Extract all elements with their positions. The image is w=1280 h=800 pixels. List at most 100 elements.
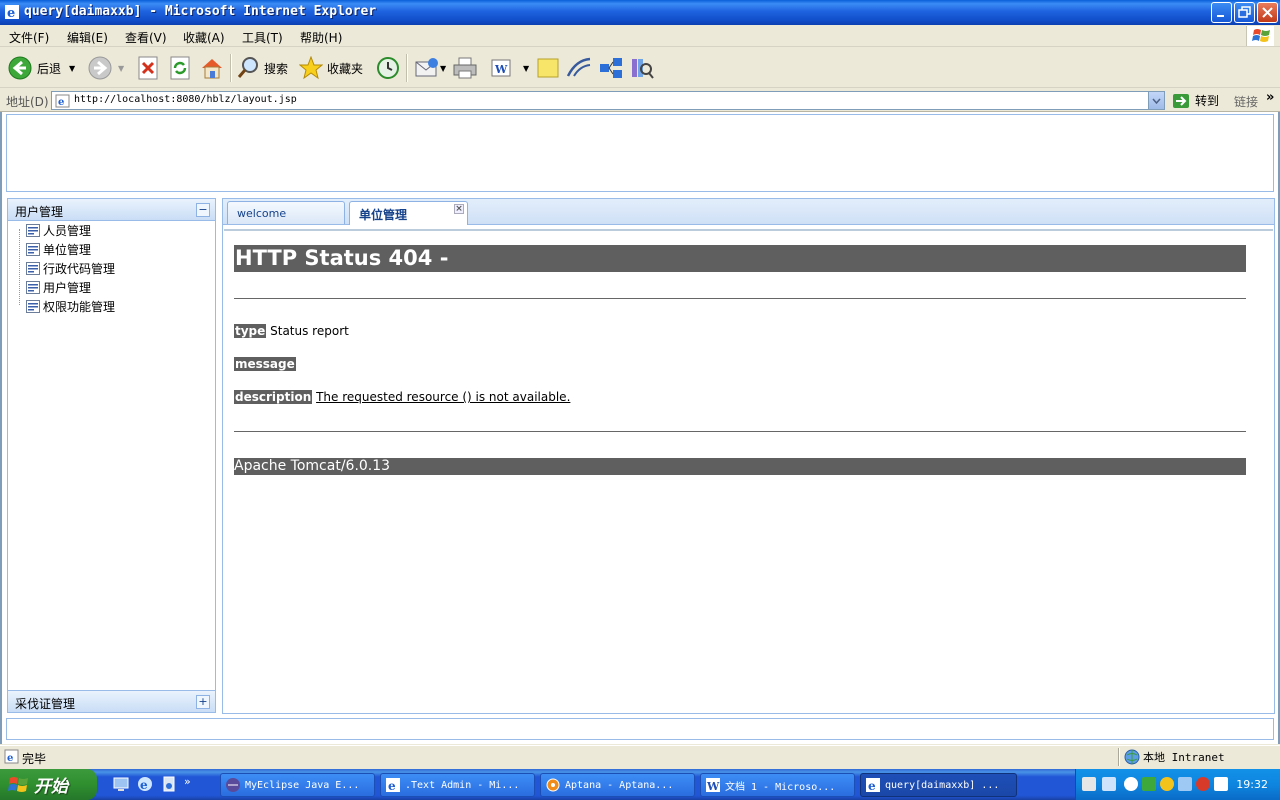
antivirus-icon[interactable] xyxy=(1196,777,1210,791)
security-zone[interactable]: 本地 Intranet xyxy=(1124,749,1225,765)
go-button[interactable]: 转到 xyxy=(1172,92,1219,109)
error-type-line: type Status report xyxy=(234,324,349,338)
error-description-line: description The requested resource () is… xyxy=(234,390,570,404)
menu-edit[interactable]: 编辑(E) xyxy=(67,29,108,46)
home-button[interactable] xyxy=(199,54,225,82)
description-label: description xyxy=(234,390,313,404)
error-message-line: message xyxy=(234,357,296,371)
quick-launch: e » xyxy=(112,775,191,793)
menu-favorites[interactable]: 收藏(A) xyxy=(183,29,225,46)
history-button[interactable] xyxy=(375,54,401,82)
task-label: MyEclipse Java E... xyxy=(245,779,360,791)
restore-button[interactable] xyxy=(1234,2,1255,23)
close-button[interactable] xyxy=(1257,2,1278,23)
tree-item-user[interactable]: 用户管理 xyxy=(26,278,91,297)
word-icon: W xyxy=(491,59,511,77)
print-button[interactable] xyxy=(452,54,478,82)
tree-leaf-icon xyxy=(26,281,40,294)
taskbar: 开始 e » MyEclipse Java E... e .Text Admin… xyxy=(0,769,1280,800)
tab-welcome[interactable]: welcome xyxy=(227,201,345,224)
collapse-icon[interactable]: − xyxy=(196,203,210,217)
standard-toolbar: 后退 ▼ ▼ 搜索 收藏夹 ▼ W ▼ xyxy=(0,48,1280,88)
menu-file[interactable]: 文件(F) xyxy=(9,29,49,46)
tree-leaf-icon xyxy=(26,262,40,275)
tab-label: welcome xyxy=(237,207,287,220)
back-button[interactable]: 后退 ▼ xyxy=(8,54,75,82)
title-bar[interactable]: e query[daimaxxb] - Microsoft Internet E… xyxy=(0,0,1280,25)
tree-leaf-icon xyxy=(26,224,40,237)
computer-tray-icon[interactable] xyxy=(1178,777,1192,791)
history-icon xyxy=(377,57,399,79)
refresh-button[interactable] xyxy=(169,54,191,82)
eclipse-icon xyxy=(226,778,240,792)
qq-icon[interactable] xyxy=(1160,777,1174,791)
pen-tray-icon[interactable] xyxy=(1214,777,1228,791)
clock[interactable]: 19:32 xyxy=(1236,778,1268,791)
address-dropdown-button[interactable] xyxy=(1148,92,1164,109)
favorites-button[interactable]: 收藏夹 xyxy=(299,54,363,82)
media-icon[interactable] xyxy=(160,775,178,793)
tree-item-permission[interactable]: 权限功能管理 xyxy=(26,297,115,316)
mail-icon xyxy=(415,58,438,77)
tree-item-personnel[interactable]: 人员管理 xyxy=(26,221,91,240)
accordion-header-user-admin[interactable]: 用户管理 − xyxy=(8,199,215,221)
stop-button[interactable] xyxy=(137,54,159,82)
tree-item-label: 用户管理 xyxy=(43,281,92,295)
stop-icon xyxy=(138,56,158,80)
keyboard-icon[interactable] xyxy=(1082,777,1096,791)
svg-text:e: e xyxy=(58,97,64,108)
go-arrow-icon xyxy=(1173,93,1189,108)
links-chevron-icon[interactable]: » xyxy=(1266,90,1274,105)
address-input[interactable]: e http://localhost:8080/hblz/layout.jsp xyxy=(51,91,1165,110)
tab-unit-management[interactable]: 单位管理 × xyxy=(349,201,468,225)
edit-word-button[interactable]: W ▼ xyxy=(489,54,529,82)
tree-item-admin-code[interactable]: 行政代码管理 xyxy=(26,259,115,278)
task-query-ie[interactable]: e query[daimaxxb] ... xyxy=(860,773,1017,797)
home-icon xyxy=(202,59,222,79)
address-label: 地址(D) xyxy=(6,95,49,109)
network-icon xyxy=(600,58,622,78)
expand-icon[interactable]: + xyxy=(196,695,210,709)
task-text-admin[interactable]: e .Text Admin - Mi... xyxy=(380,773,535,797)
page-icon: e xyxy=(55,94,70,108)
tree-item-unit[interactable]: 单位管理 xyxy=(26,240,91,259)
task-myeclipse[interactable]: MyEclipse Java E... xyxy=(220,773,375,797)
research-button[interactable] xyxy=(629,54,655,82)
discuss-button[interactable] xyxy=(536,54,560,82)
browser-viewport: 用户管理 − 人员管理 单位管理 行政代码管理 用户管理 权限功能管理 采伐证管… xyxy=(0,112,1280,744)
edit-dropdown-icon[interactable]: ▼ xyxy=(523,64,529,73)
mail-dropdown-icon[interactable]: ▼ xyxy=(440,64,446,73)
search-button[interactable]: 搜索 xyxy=(236,54,288,82)
minimize-button[interactable] xyxy=(1211,2,1232,23)
quick-launch-more-icon[interactable]: » xyxy=(184,775,191,793)
desktop-icon[interactable] xyxy=(112,775,130,793)
center-tab-panel: welcome 单位管理 × HTTP Status 404 - type St… xyxy=(222,198,1275,714)
forward-button[interactable]: ▼ xyxy=(88,54,124,82)
favorites-label: 收藏夹 xyxy=(327,61,364,76)
tab-close-icon[interactable]: × xyxy=(454,204,464,214)
messenger-button[interactable] xyxy=(566,54,592,82)
links-label[interactable]: 链接 xyxy=(1234,93,1258,110)
task-word-document[interactable]: W 文档 1 - Microso... xyxy=(700,773,855,797)
windows-flag-icon xyxy=(8,776,28,792)
status-text: 完毕 xyxy=(22,752,47,766)
back-arrow-tray-icon[interactable] xyxy=(1124,777,1138,791)
share-button[interactable] xyxy=(598,54,624,82)
ie-quicklaunch-icon[interactable]: e xyxy=(136,775,154,793)
tab-strip: welcome 单位管理 × xyxy=(223,199,1274,225)
toolbar-separator xyxy=(230,54,232,82)
network-tray-icon[interactable] xyxy=(1142,777,1156,791)
menu-view[interactable]: 查看(V) xyxy=(125,29,167,46)
ie-icon: e xyxy=(866,778,880,793)
svg-text:e: e xyxy=(140,778,148,792)
search-icon xyxy=(237,57,258,78)
forward-dropdown-icon[interactable]: ▼ xyxy=(118,64,124,73)
menu-tools[interactable]: 工具(T) xyxy=(242,29,283,46)
task-aptana[interactable]: Aptana - Aptana... xyxy=(540,773,695,797)
input-method-icon[interactable] xyxy=(1102,777,1116,791)
menu-help[interactable]: 帮助(H) xyxy=(300,29,342,46)
mail-button[interactable]: ▼ xyxy=(414,54,446,82)
accordion-header-logging-permit[interactable]: 采伐证管理 + xyxy=(8,690,215,712)
back-dropdown-icon[interactable]: ▼ xyxy=(69,64,75,73)
start-button[interactable]: 开始 xyxy=(0,769,97,800)
